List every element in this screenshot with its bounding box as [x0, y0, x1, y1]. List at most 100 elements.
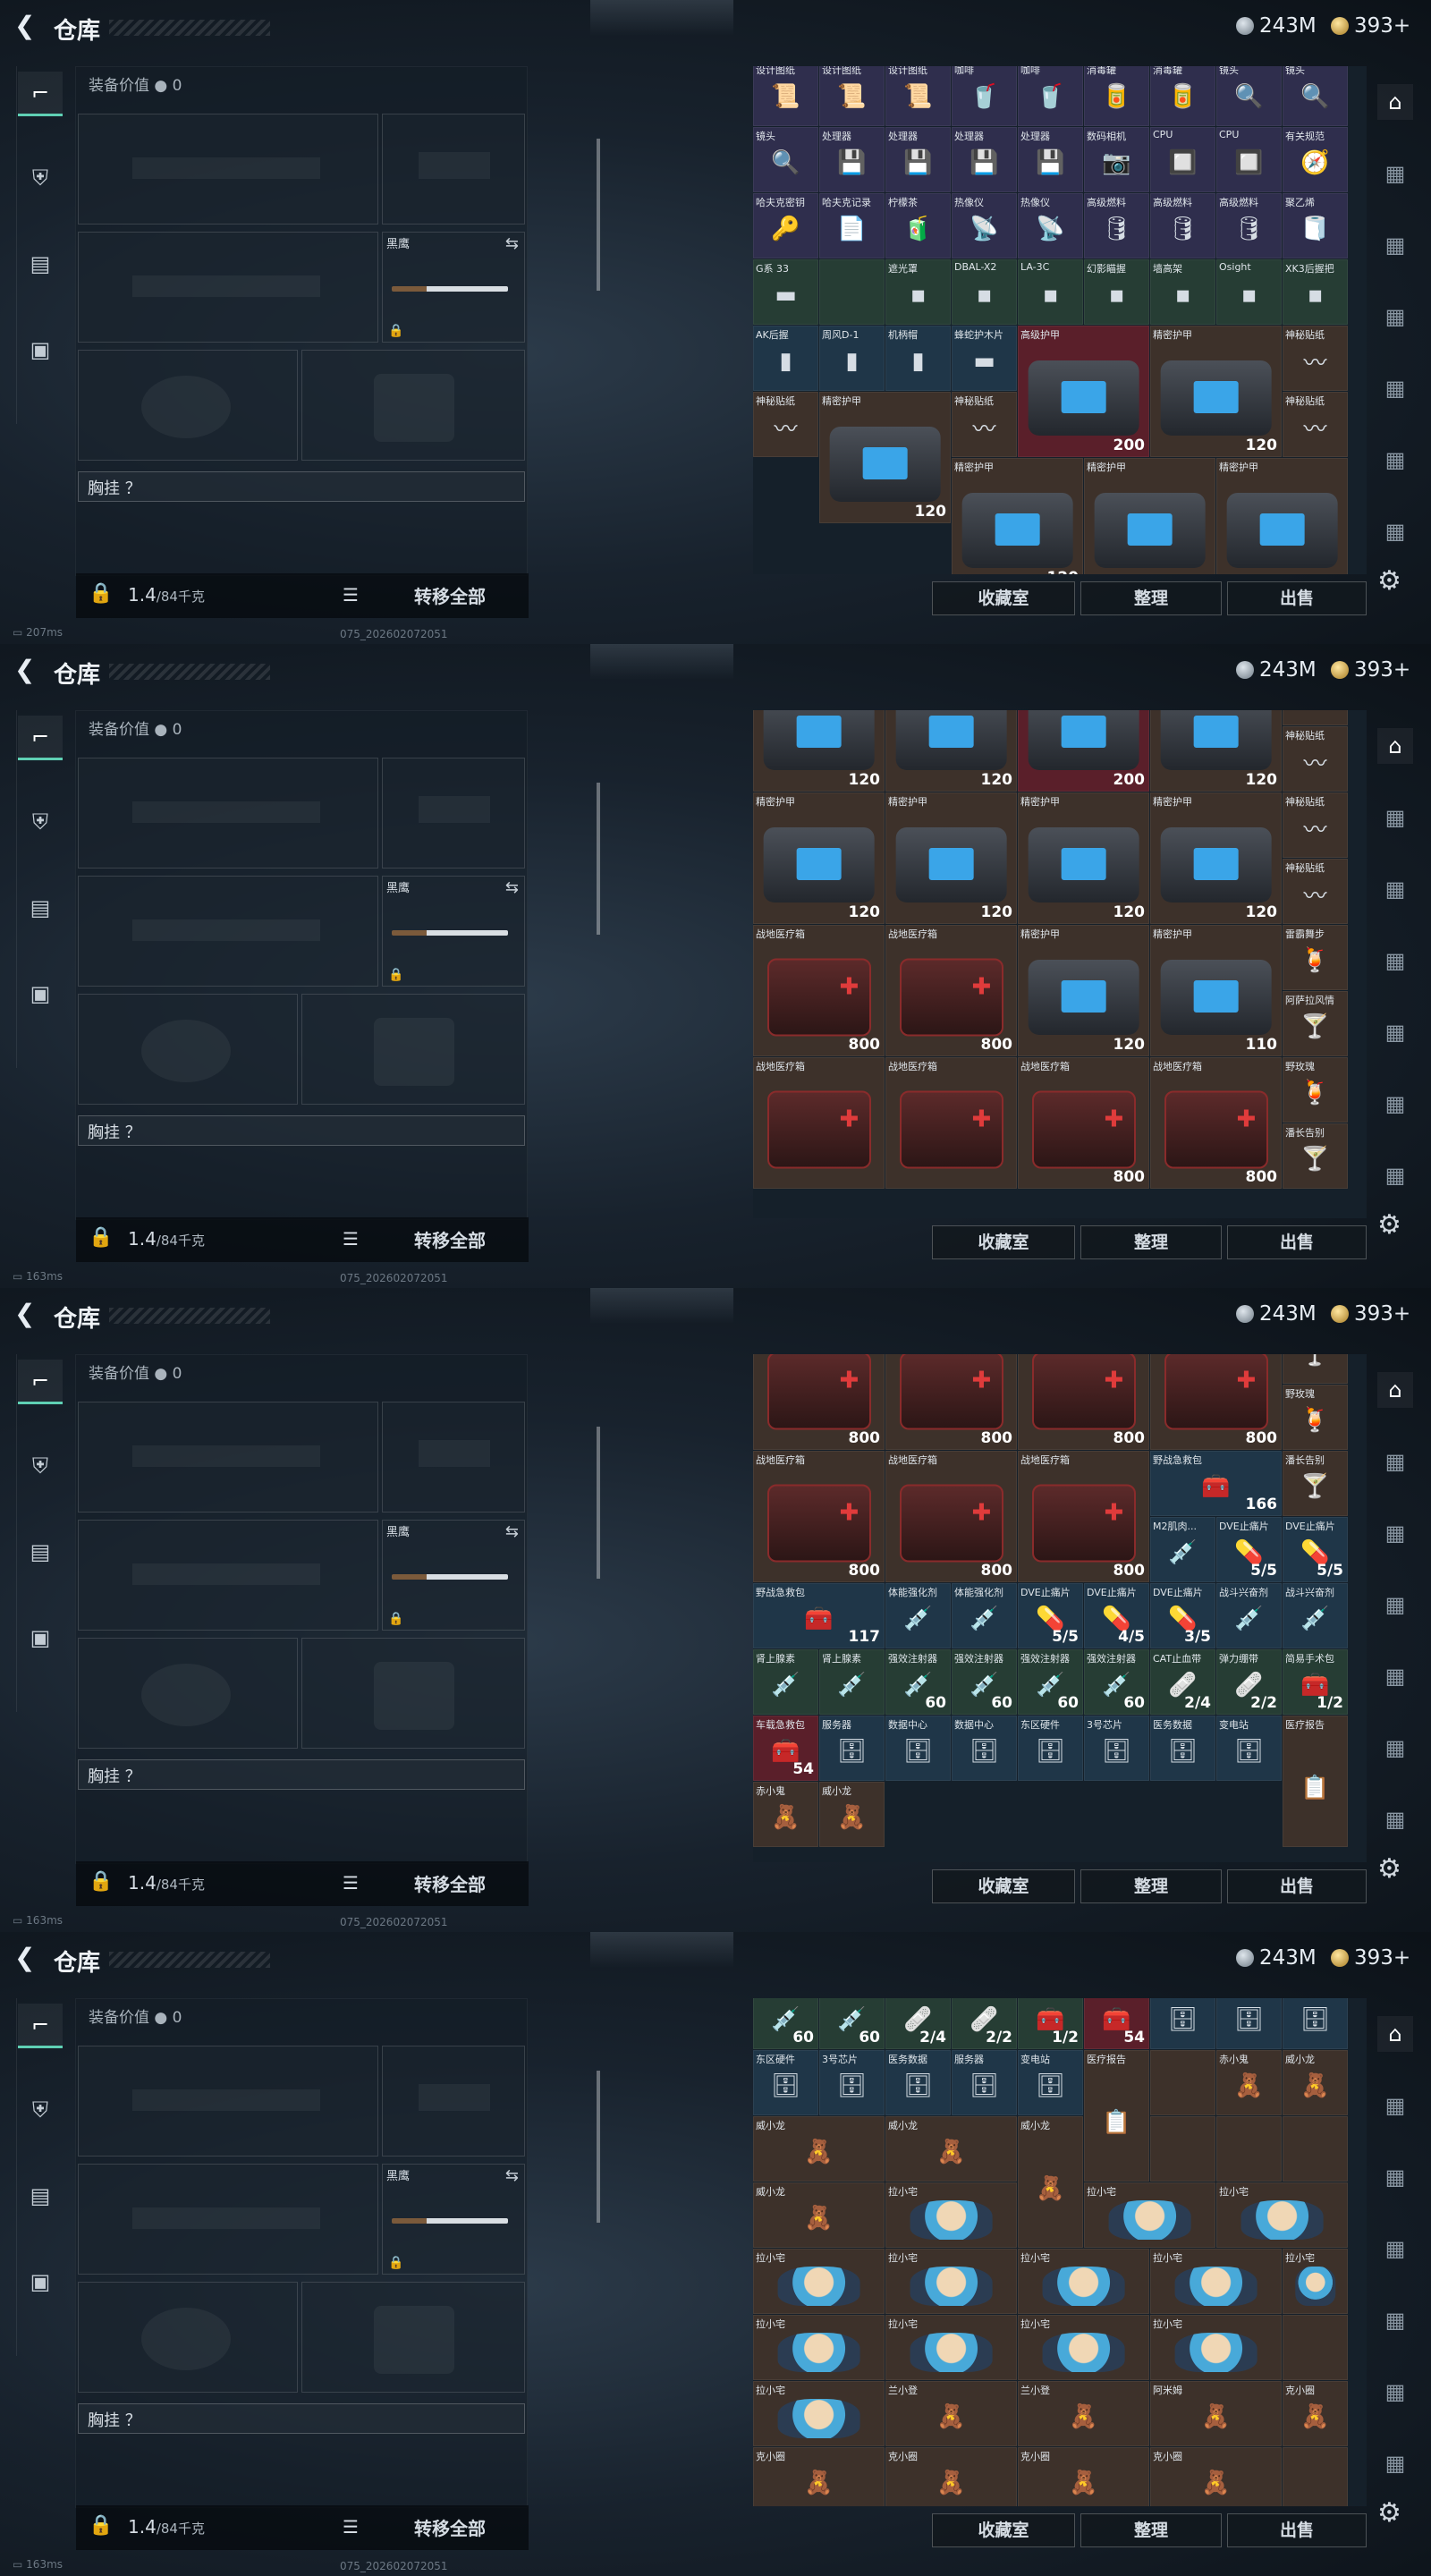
stash-item[interactable]: 服务器 🗄 [1150, 1998, 1215, 2049]
category-4-icon[interactable]: ▦ [1377, 1658, 1413, 1694]
stash-home-icon[interactable]: ⌂ [1377, 84, 1413, 120]
category-5-icon[interactable]: ▦ [1377, 1730, 1413, 1766]
stash-item[interactable]: 赤小鬼 🧸 [753, 1782, 818, 1847]
stash-item[interactable]: 数据中心 🗄 [1216, 1998, 1282, 2049]
stash-item[interactable]: 东区硬件 🗄 [753, 2050, 818, 2115]
stash-item[interactable]: 机柄帽 ▮ [885, 326, 951, 391]
stash-item[interactable]: 肾上腺素 💉 [753, 1649, 818, 1715]
category-4-icon[interactable]: ▦ [1377, 370, 1413, 406]
category-3-icon[interactable]: ▦ [1377, 943, 1413, 979]
stash-item[interactable]: 野玫瑰 🍹 [1283, 1385, 1348, 1450]
stash-item[interactable]: 数码相机 📷 [1084, 127, 1149, 192]
settings-gear-icon[interactable]: ⚙ [1377, 1853, 1401, 1885]
category-1-icon[interactable]: ▦ [1377, 156, 1413, 191]
stash-item[interactable]: 雷霸舞步 🍹 [1283, 925, 1348, 990]
stash-item[interactable]: 蜂蛇护木片 ▬ [952, 326, 1017, 391]
list-icon[interactable]: ☰ [343, 584, 359, 606]
swap-icon[interactable]: ⇆ [505, 1522, 519, 1541]
body-armor-slot[interactable] [301, 2282, 525, 2393]
tab-weapons[interactable]: ⌐ [18, 72, 63, 116]
stash-item[interactable]: 医务数据 🗄 [885, 2050, 951, 2115]
stash-item[interactable]: 拉小宅 [1216, 2182, 1348, 2248]
collection-room-button[interactable]: 收藏室 [932, 1869, 1075, 1903]
stash-item[interactable]: 拉小宅 [753, 2381, 885, 2446]
stash-item[interactable]: DVE止痛片 💊 3/5 [1150, 1583, 1215, 1648]
tab-backpack[interactable]: ▣ [18, 1615, 63, 1660]
stash-item[interactable] [1216, 2116, 1282, 2182]
tab-rig[interactable]: ▤ [18, 2174, 63, 2218]
stash-item[interactable]: DBAL-X2 ▪ [952, 259, 1017, 325]
secondary-weapon-slot[interactable] [78, 876, 378, 987]
stash-item[interactable]: G系 33 ▬ [753, 259, 818, 325]
secondary-weapon-slot[interactable] [78, 232, 378, 343]
stash-item[interactable]: 野战急救包 🧰 166 [1150, 1451, 1282, 1516]
stash-item[interactable]: 拉小宅 [885, 2315, 1017, 2380]
stash-item[interactable]: DVE止痛片 💊 5/5 [1216, 1517, 1282, 1582]
body-armor-slot[interactable] [301, 994, 525, 1105]
stash-item[interactable]: 阿米姆 🧸 [1150, 2381, 1282, 2446]
transfer-all-button[interactable]: 转移全部 [414, 2514, 486, 2540]
stash-item[interactable]: 战斗兴奋剂 💉 [1216, 1583, 1282, 1648]
stash-item[interactable]: 战地医疗箱800 [885, 1354, 1017, 1450]
stash-item[interactable]: 简易手术包🧰1/2 [1018, 1998, 1083, 2049]
stash-item[interactable]: 克小圈 🧸 [753, 2447, 885, 2506]
stash-item[interactable]: 战地医疗箱800 [1150, 1354, 1282, 1450]
stash-item[interactable]: 咖啡 🥤 [1018, 66, 1083, 126]
stash-home-icon[interactable]: ⌂ [1377, 728, 1413, 764]
stash-item[interactable]: 克小圈 🧸 [885, 2447, 1017, 2506]
secondary-weapon-slot[interactable] [78, 1520, 378, 1631]
stash-item[interactable]: 车载急救包🧰54 [753, 1716, 818, 1781]
category-6-icon[interactable]: ▦ [1377, 1801, 1413, 1837]
body-armor-slot[interactable] [301, 350, 525, 461]
stash-item[interactable]: 神秘贴纸〰 [952, 392, 1017, 457]
primary-weapon-slot[interactable] [78, 1402, 378, 1513]
stash-item[interactable]: 设计图纸 📜 [819, 66, 885, 126]
stash-item[interactable]: 战地医疗箱800 [753, 1451, 885, 1582]
stash-item[interactable]: 消毒罐 🥫 [1150, 66, 1215, 126]
stash-item[interactable]: 拉小宅 [753, 2249, 885, 2314]
stash-item[interactable]: 处理器 💾 [1018, 127, 1083, 192]
stash-item[interactable]: 热像仪 📡 [952, 193, 1017, 258]
category-3-icon[interactable]: ▦ [1377, 2231, 1413, 2267]
melee-slot[interactable]: 黑鹰 ⇆ 🔒 [382, 1520, 525, 1631]
gold-currency[interactable]: 393+ [1331, 14, 1410, 38]
stash-item[interactable]: AK后握 ▮ [753, 326, 818, 391]
stash-item[interactable] [1150, 2050, 1215, 2115]
sort-button[interactable]: 整理 [1080, 1869, 1222, 1903]
primary-weapon-slot[interactable] [78, 758, 378, 869]
stash-item[interactable]: 战地医疗箱800 [1018, 1451, 1149, 1582]
stash-item[interactable]: 精密护甲120 [753, 792, 885, 924]
stash-item[interactable]: 精密护甲200 [1018, 710, 1149, 792]
stash-item[interactable]: 医疗报告 📋 [1283, 1716, 1348, 1847]
stash-item[interactable]: 神秘贴纸〰 [1283, 859, 1348, 924]
category-2-icon[interactable]: ▦ [1377, 227, 1413, 263]
stash-item[interactable]: 高级燃料 🛢 [1150, 193, 1215, 258]
stash-item[interactable]: M2肌肉... 💉 [1150, 1517, 1215, 1582]
stash-item[interactable]: XK3后握把 ▪ [1283, 259, 1348, 325]
chest-rig-row[interactable]: 胸挂 ？ [78, 2403, 525, 2434]
tab-rig[interactable]: ▤ [18, 242, 63, 286]
stash-item[interactable]: 潘长告别 🍸 [1283, 1451, 1348, 1516]
tab-armor[interactable]: ⛨ [18, 156, 63, 200]
collection-room-button[interactable]: 收藏室 [932, 2513, 1075, 2547]
back-arrow-icon[interactable]: ❮ [14, 657, 41, 683]
stash-home-icon[interactable]: ⌂ [1377, 2016, 1413, 2052]
stash-item[interactable]: 数据中心 🗄 [1283, 1998, 1348, 2049]
list-icon[interactable]: ☰ [343, 2516, 359, 2538]
stash-item[interactable]: 精密护甲120 [885, 710, 1017, 792]
tab-rig[interactable]: ▤ [18, 886, 63, 930]
tab-backpack[interactable]: ▣ [18, 327, 63, 372]
stash-item[interactable]: 3号芯片 🗄 [819, 2050, 885, 2115]
back-arrow-icon[interactable]: ❮ [14, 13, 41, 39]
stash-item[interactable]: 弹力绷带🩹2/2 [952, 1998, 1017, 2049]
tab-backpack[interactable]: ▣ [18, 971, 63, 1016]
stash-item[interactable]: 镜头 🔍 [753, 127, 818, 192]
tab-weapons[interactable]: ⌐ [18, 716, 63, 760]
stash-item[interactable]: 威小龙 🧸 [1018, 2116, 1083, 2248]
stash-item[interactable]: 咖啡 🥤 [952, 66, 1017, 126]
secondary-weapon-slot[interactable] [78, 2164, 378, 2275]
stash-item[interactable]: 聚乙烯 🧻 [1283, 193, 1348, 258]
stash-item[interactable]: 战地医疗箱 [753, 1057, 885, 1189]
stash-item[interactable]: 潘长告别 🍸 [1283, 1123, 1348, 1189]
stash-item[interactable]: 周风D-1 ▮ [819, 326, 885, 391]
